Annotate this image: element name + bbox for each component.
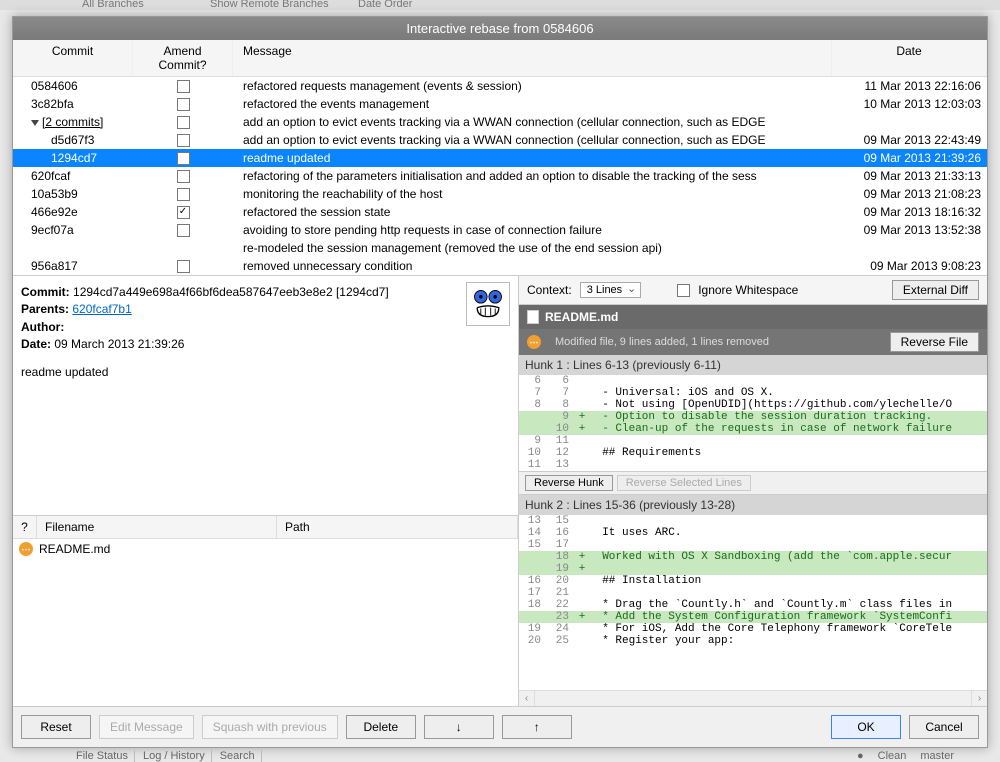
table-row[interactable]: 466e92e✓refactored the session state09 M… <box>13 203 987 221</box>
amend-checkbox[interactable] <box>177 224 190 237</box>
amend-checkbox[interactable] <box>177 116 190 129</box>
author-label: Author: <box>21 320 64 334</box>
ignore-whitespace-checkbox[interactable] <box>677 284 690 297</box>
amend-checkbox[interactable] <box>177 80 190 93</box>
reverse-file-button[interactable]: Reverse File <box>890 332 979 352</box>
parents-label: Parents: <box>21 302 69 316</box>
diff-line[interactable]: 18+ Worked with OS X Sandboxing (add the… <box>519 551 987 563</box>
table-row[interactable]: 10a53b9monitoring the reachability of th… <box>13 185 987 203</box>
date-order-bg: Date Order <box>358 0 412 10</box>
parents-link[interactable]: 620fcaf7b1 <box>72 302 131 316</box>
list-item[interactable]: ⋯README.md <box>13 539 518 559</box>
table-row[interactable]: 1294cd7readme updated09 Mar 2013 21:39:2… <box>13 149 987 167</box>
amend-checkbox[interactable] <box>177 98 190 111</box>
diff-line[interactable]: 9+ - Option to disable the session durat… <box>519 411 987 423</box>
move-down-button[interactable]: ↓ <box>424 715 494 739</box>
commits-table: Commit Amend Commit? Message Date 058460… <box>13 40 987 276</box>
date-label: Date: <box>21 337 51 351</box>
file-icon <box>527 310 539 324</box>
commit-detail-panel: Commit: 1294cd7a449e698a4f66bf6dea587647… <box>13 276 518 516</box>
squash-button: Squash with previous <box>202 715 338 739</box>
status-file-status[interactable]: File Status <box>70 750 135 762</box>
hunk2-header: Hunk 2 : Lines 15-36 (previously 13-28) <box>519 495 987 515</box>
amend-checkbox[interactable]: ✓ <box>177 206 190 219</box>
table-row[interactable]: re-modeled the session management (remov… <box>13 239 987 257</box>
header-amend[interactable]: Amend Commit? <box>133 40 233 76</box>
table-row[interactable]: 0584606refactored requests management (e… <box>13 77 987 95</box>
file-header-q[interactable]: ? <box>13 516 37 538</box>
diff-filename: README.md <box>545 310 618 324</box>
diff-line[interactable]: 19+ <box>519 563 987 575</box>
commit-message: readme updated <box>21 364 510 381</box>
diff-line[interactable]: 1721 <box>519 587 987 599</box>
commit-label: Commit: <box>21 285 70 299</box>
reset-button[interactable]: Reset <box>21 715 91 739</box>
header-commit[interactable]: Commit <box>13 40 133 76</box>
table-row[interactable]: 620fcafrefactoring of the parameters ini… <box>13 167 987 185</box>
diff-line[interactable]: 1113 <box>519 459 987 471</box>
table-row[interactable]: 3c82bfarefactored the events management1… <box>13 95 987 113</box>
amend-checkbox[interactable] <box>177 170 190 183</box>
header-date[interactable]: Date <box>832 40 987 76</box>
external-diff-button[interactable]: External Diff <box>892 280 979 300</box>
cancel-button[interactable]: Cancel <box>909 715 979 739</box>
diff-line[interactable]: 66 <box>519 375 987 387</box>
date-value: 09 March 2013 21:39:26 <box>54 337 184 351</box>
reverse-selected-button: Reverse Selected Lines <box>617 475 751 491</box>
diff-line[interactable]: 10+ - Clean-up of the requests in case o… <box>519 423 987 435</box>
diff-line[interactable]: 1620 ## Installation <box>519 575 987 587</box>
diff-line[interactable]: 1315 <box>519 515 987 527</box>
diff-line[interactable]: 77 - Universal: iOS and OS X. <box>519 387 987 399</box>
diff-viewer[interactable]: Hunk 1 : Lines 6-13 (previously 6-11) 66… <box>519 355 987 690</box>
show-remote-bg: Show Remote Branches <box>210 0 329 10</box>
file-header-filename[interactable]: Filename <box>37 516 277 538</box>
diff-line[interactable]: 1416 It uses ARC. <box>519 527 987 539</box>
ok-button[interactable]: OK <box>831 715 901 739</box>
diff-line[interactable]: 23+ * Add the System Configuration frame… <box>519 611 987 623</box>
diff-line[interactable]: 911 <box>519 435 987 447</box>
avatar <box>466 282 510 326</box>
commit-hash: 1294cd7a449e698a4f66bf6dea587647eeb3e8e2… <box>73 285 389 299</box>
rebase-dialog: Interactive rebase from 0584606 Commit A… <box>12 16 988 748</box>
delete-button[interactable]: Delete <box>346 715 416 739</box>
table-row[interactable]: d5d67f3add an option to evict events tra… <box>13 131 987 149</box>
context-dropdown[interactable]: 3 Lines <box>580 282 641 298</box>
amend-checkbox[interactable] <box>177 152 190 165</box>
file-header-path[interactable]: Path <box>277 516 518 538</box>
modified-icon: ⋯ <box>19 542 33 556</box>
move-up-button[interactable]: ↑ <box>502 715 572 739</box>
diff-line[interactable]: 88 - Not using [OpenUDID](https://github… <box>519 399 987 411</box>
status-branch[interactable]: master <box>914 750 960 762</box>
diff-line[interactable]: 1012 ## Requirements <box>519 447 987 459</box>
header-message[interactable]: Message <box>233 40 832 76</box>
table-row[interactable]: 9ecf07aavoiding to store pending http re… <box>13 221 987 239</box>
diff-line[interactable]: 2025 * Register your app: <box>519 635 987 647</box>
amend-checkbox[interactable] <box>177 134 190 147</box>
status-clean: Clean <box>872 750 913 762</box>
diff-line[interactable]: 1517 <box>519 539 987 551</box>
horizontal-scrollbar[interactable]: ‹ › <box>519 690 987 706</box>
modified-icon: ⋯ <box>527 335 541 349</box>
status-search[interactable]: Search <box>214 750 262 762</box>
amend-checkbox[interactable] <box>177 260 190 273</box>
hunk1-header: Hunk 1 : Lines 6-13 (previously 6-11) <box>519 355 987 375</box>
diff-file-stats: Modified file, 9 lines added, 1 lines re… <box>555 336 769 348</box>
status-log[interactable]: Log / History <box>137 750 212 762</box>
ignore-whitespace-label: Ignore Whitespace <box>698 283 798 297</box>
table-row[interactable]: 956a817removed unnecessary condition09 M… <box>13 257 987 275</box>
diff-line[interactable]: 1822 * Drag the `Countly.h` and `Countly… <box>519 599 987 611</box>
branches-dropdown-bg: All Branches <box>82 0 144 10</box>
file-list-panel: ? Filename Path ⋯README.md <box>13 516 518 706</box>
reverse-hunk-button[interactable]: Reverse Hunk <box>525 475 613 491</box>
edit-message-button: Edit Message <box>99 715 194 739</box>
table-row[interactable]: [2 commits]add an option to evict events… <box>13 113 987 131</box>
amend-checkbox[interactable] <box>177 188 190 201</box>
dialog-title: Interactive rebase from 0584606 <box>13 17 987 40</box>
diff-line[interactable]: 1924 * For iOS, Add the Core Telephony f… <box>519 623 987 635</box>
context-label: Context: <box>527 283 572 297</box>
